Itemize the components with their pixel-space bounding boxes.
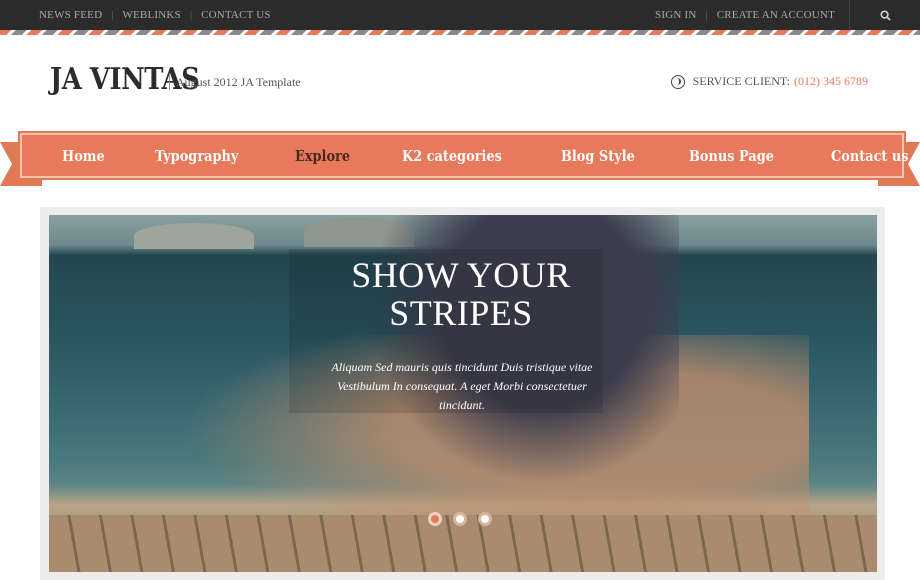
nav-item-explore[interactable]: Explore <box>295 147 350 165</box>
create-account-link[interactable]: CREATE AN ACCOUNT <box>717 9 835 21</box>
separator: | <box>705 9 708 21</box>
nav-item-typography[interactable]: Typography <box>155 147 238 165</box>
contact-us-link[interactable]: CONTACT US <box>201 9 271 21</box>
island <box>134 223 254 249</box>
service-client: SERVICE CLIENT: (012) 345 6789 <box>670 74 868 89</box>
search-button[interactable] <box>849 0 920 30</box>
slide-title: SHOW YOUR STRIPES <box>351 255 571 333</box>
account-links: SIGN IN | CREATE AN ACCOUNT <box>655 0 849 30</box>
phone-icon <box>670 74 685 89</box>
slider-dot[interactable] <box>478 512 492 526</box>
separator: | <box>111 9 114 21</box>
weblinks-link[interactable]: WEBLINKS <box>122 9 180 21</box>
service-label: SERVICE CLIENT: <box>692 74 790 88</box>
slider-dot[interactable] <box>453 512 467 526</box>
nav-item-k2-categories[interactable]: K2 categories <box>402 147 502 165</box>
separator: | <box>189 9 193 21</box>
search-icon <box>879 9 891 21</box>
slide-text: Aliquam Sed mauris quis tincidunt Duis t… <box>331 360 593 412</box>
site-tagline: August 2012 JA Template <box>169 74 301 90</box>
slider-dots <box>428 512 503 526</box>
nav-item-home[interactable]: Home <box>62 147 105 165</box>
news-feed-link[interactable]: NEWS FEED <box>39 9 102 21</box>
top-links: NEWS FEED | WEBLINKS | CONTACT US <box>39 0 271 30</box>
service-phone: (012) 345 6789 <box>794 74 868 88</box>
top-bar: NEWS FEED | WEBLINKS | CONTACT US SIGN I… <box>0 0 920 30</box>
slider-dot[interactable] <box>428 512 442 526</box>
nav-item-bonus-page[interactable]: Bonus Page <box>689 147 774 165</box>
main-nav: Home Typography Explore K2 categories Bl… <box>20 133 909 178</box>
nav-item-contact-us[interactable]: Contact us <box>831 147 909 165</box>
decorative-stripe <box>0 30 920 35</box>
nav-item-blog-style[interactable]: Blog Style <box>561 147 635 165</box>
sign-in-link[interactable]: SIGN IN <box>655 9 696 21</box>
